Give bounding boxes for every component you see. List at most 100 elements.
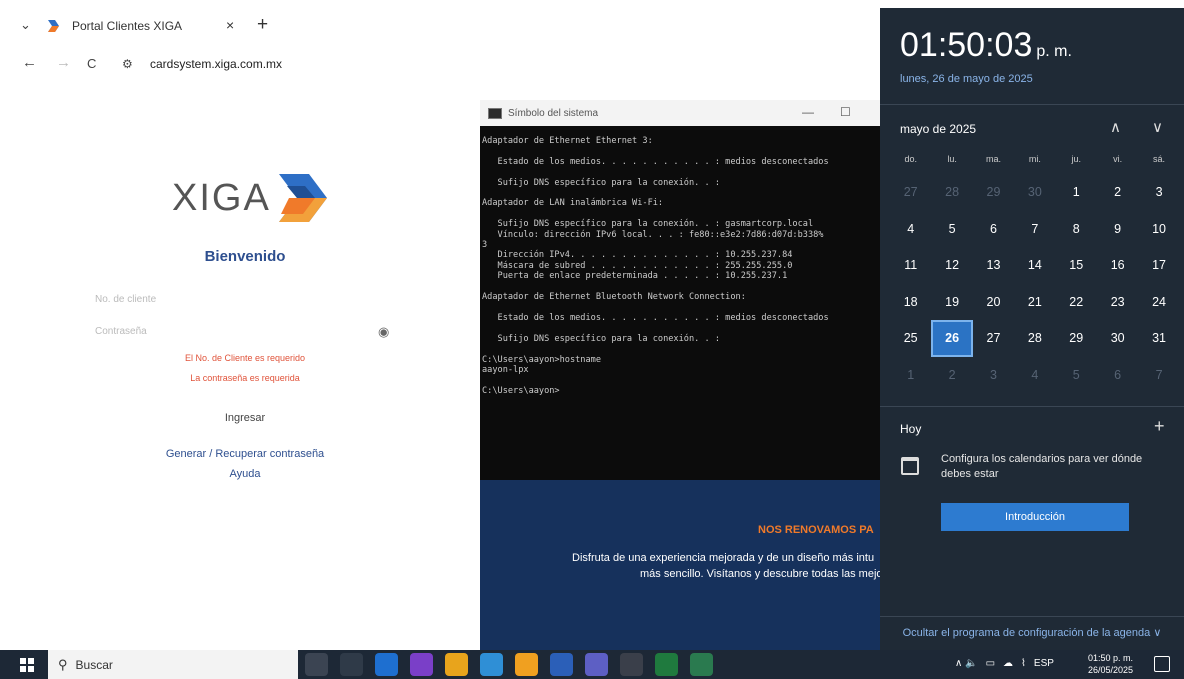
calendar-day[interactable]: 28 — [931, 174, 972, 211]
help-link[interactable]: Ayuda — [80, 468, 410, 480]
taskbar-clock[interactable]: 01:50 p. m. 26/05/2025 — [1088, 652, 1133, 676]
next-month-chevron-down-icon[interactable]: ∨ — [1152, 118, 1163, 136]
new-tab-icon[interactable]: + — [257, 14, 268, 36]
calendar-day[interactable]: 3 — [973, 357, 1014, 394]
browser-tab[interactable]: Portal Clientes XIGA × + — [46, 12, 276, 40]
calendar-day[interactable]: 23 — [1097, 284, 1138, 321]
site-settings-icon[interactable]: ⚙ — [122, 57, 133, 71]
reload-icon[interactable]: C — [87, 56, 96, 71]
calendar-day[interactable]: 12 — [931, 247, 972, 284]
tab-close-icon[interactable]: × — [226, 17, 234, 33]
login-submit-button[interactable]: Ingresar — [200, 408, 290, 428]
calendar-day[interactable]: 4 — [890, 211, 931, 248]
recover-password-link[interactable]: Generar / Recuperar contraseña — [80, 448, 410, 460]
month-label[interactable]: mayo de 2025 — [900, 122, 976, 136]
calendar-day[interactable]: 3 — [1138, 174, 1179, 211]
show-password-eye-icon[interactable]: ◉ — [378, 324, 389, 340]
introduction-button[interactable]: Introducción — [941, 503, 1129, 531]
calendar-day[interactable]: 5 — [1056, 357, 1097, 394]
client-number-input[interactable] — [95, 288, 395, 310]
forward-arrow-icon[interactable]: → — [56, 54, 71, 71]
calendar-day[interactable]: 13 — [973, 247, 1014, 284]
cmd-title: Símbolo del sistema — [508, 107, 599, 119]
taskbar-app-icon[interactable] — [340, 653, 363, 676]
hide-agenda-link[interactable]: Ocultar el programa de configuración de … — [880, 626, 1184, 639]
language-indicator[interactable]: ESP — [1034, 658, 1054, 669]
calendar-day[interactable]: 29 — [1056, 320, 1097, 357]
calendar-day[interactable]: 6 — [973, 211, 1014, 248]
calendar-week-row: 4 5 6 7 8 9 10 — [890, 211, 1180, 248]
xiga-logo: XIGA — [172, 170, 331, 226]
calendar-day[interactable]: 1 — [890, 357, 931, 394]
calendar-day[interactable]: 24 — [1138, 284, 1179, 321]
calendar-day[interactable]: 8 — [1056, 211, 1097, 248]
taskbar-app-icon[interactable] — [550, 653, 573, 676]
calendar-day[interactable]: 4 — [1014, 357, 1055, 394]
search-icon: ⚲ — [58, 656, 68, 672]
full-date-link[interactable]: lunes, 26 de mayo de 2025 — [900, 73, 1033, 85]
calendar-flyout: 01:50:03 p. m. lunes, 26 de mayo de 2025 … — [880, 8, 1184, 650]
taskbar-app-icon[interactable] — [305, 653, 328, 676]
taskbar-app-icon[interactable] — [480, 653, 503, 676]
calendar-day[interactable]: 14 — [1014, 247, 1055, 284]
windows-start-icon[interactable] — [20, 658, 34, 672]
password-error: La contraseña es requerida — [190, 373, 300, 383]
calendar-day[interactable]: 31 — [1138, 320, 1179, 357]
prev-month-chevron-up-icon[interactable]: ∧ — [1110, 118, 1121, 136]
cmd-output[interactable]: Adaptador de Ethernet Ethernet 3: Estado… — [480, 126, 880, 480]
banner-line-2: más sencillo. Visítanos y descubre todas… — [640, 568, 880, 580]
taskbar-app-icon[interactable] — [690, 653, 713, 676]
back-arrow-icon[interactable]: ← — [22, 54, 37, 71]
battery-icon[interactable]: ▭ — [986, 658, 995, 669]
onedrive-cloud-icon[interactable]: ☁ — [1003, 658, 1013, 669]
calendar-day[interactable]: 27 — [890, 174, 931, 211]
cmd-title-bar[interactable]: Símbolo del sistema — ☐ — [480, 100, 880, 126]
calendar-day[interactable]: 25 — [890, 320, 931, 357]
calendar-day[interactable]: 1 — [1056, 174, 1097, 211]
calendar-day[interactable]: 15 — [1056, 247, 1097, 284]
calendar-day[interactable]: 30 — [1097, 320, 1138, 357]
calendar-day[interactable]: 20 — [973, 284, 1014, 321]
calendar-day[interactable]: 17 — [1138, 247, 1179, 284]
command-prompt-window[interactable]: Símbolo del sistema — ☐ Adaptador de Eth… — [480, 100, 880, 480]
taskbar-search-box[interactable]: ⚲ Buscar — [48, 650, 298, 679]
tray-icons[interactable]: ∧ 🔈 — [955, 658, 978, 669]
minimize-icon[interactable]: — — [802, 105, 814, 119]
taskbar-app-icon[interactable] — [515, 653, 538, 676]
password-input[interactable] — [95, 320, 395, 342]
calendar-week-row: 18 19 20 21 22 23 24 — [890, 284, 1180, 321]
taskbar-app-icon[interactable] — [410, 653, 433, 676]
calendar-day-today[interactable]: 26 — [931, 320, 973, 357]
wifi-icon[interactable]: ⌇ — [1021, 658, 1026, 669]
calendar-day[interactable]: 6 — [1097, 357, 1138, 394]
taskbar-app-icon[interactable] — [620, 653, 643, 676]
calendar-day[interactable]: 11 — [890, 247, 931, 284]
calendar-day[interactable]: 7 — [1138, 357, 1179, 394]
calendar-day[interactable]: 7 — [1014, 211, 1055, 248]
taskbar-app-icon[interactable] — [585, 653, 608, 676]
notifications-icon[interactable] — [1154, 656, 1170, 672]
maximize-icon[interactable]: ☐ — [840, 105, 851, 119]
calendar-day[interactable]: 18 — [890, 284, 931, 321]
tab-search-chevron-icon[interactable]: ⌄ — [20, 17, 31, 33]
calendar-day[interactable]: 30 — [1014, 174, 1055, 211]
calendar-day[interactable]: 9 — [1097, 211, 1138, 248]
taskbar-app-icon[interactable] — [445, 653, 468, 676]
calendar-day[interactable]: 2 — [1097, 174, 1138, 211]
calendar-day[interactable]: 16 — [1097, 247, 1138, 284]
calendar-day[interactable]: 21 — [1014, 284, 1055, 321]
taskbar-app-icon[interactable] — [655, 653, 678, 676]
calendar-day[interactable]: 27 — [973, 320, 1014, 357]
calendar-day[interactable]: 10 — [1138, 211, 1179, 248]
url-field[interactable]: cardsystem.xiga.com.mx — [150, 57, 282, 71]
calendar-grid: do. lu. ma. mi. ju. vi. sá. 27 28 29 30 1 2 3 4 5 6 7 8 9 1… — [890, 154, 1180, 393]
add-event-plus-icon[interactable]: + — [1154, 416, 1165, 437]
calendar-day[interactable]: 22 — [1056, 284, 1097, 321]
calendar-day[interactable]: 19 — [931, 284, 972, 321]
taskbar-time: 01:50 p. m. — [1088, 653, 1134, 663]
taskbar-app-icon[interactable] — [375, 653, 398, 676]
calendar-day[interactable]: 2 — [931, 357, 972, 394]
calendar-day[interactable]: 28 — [1014, 320, 1055, 357]
calendar-day[interactable]: 5 — [931, 211, 972, 248]
calendar-day[interactable]: 29 — [973, 174, 1014, 211]
